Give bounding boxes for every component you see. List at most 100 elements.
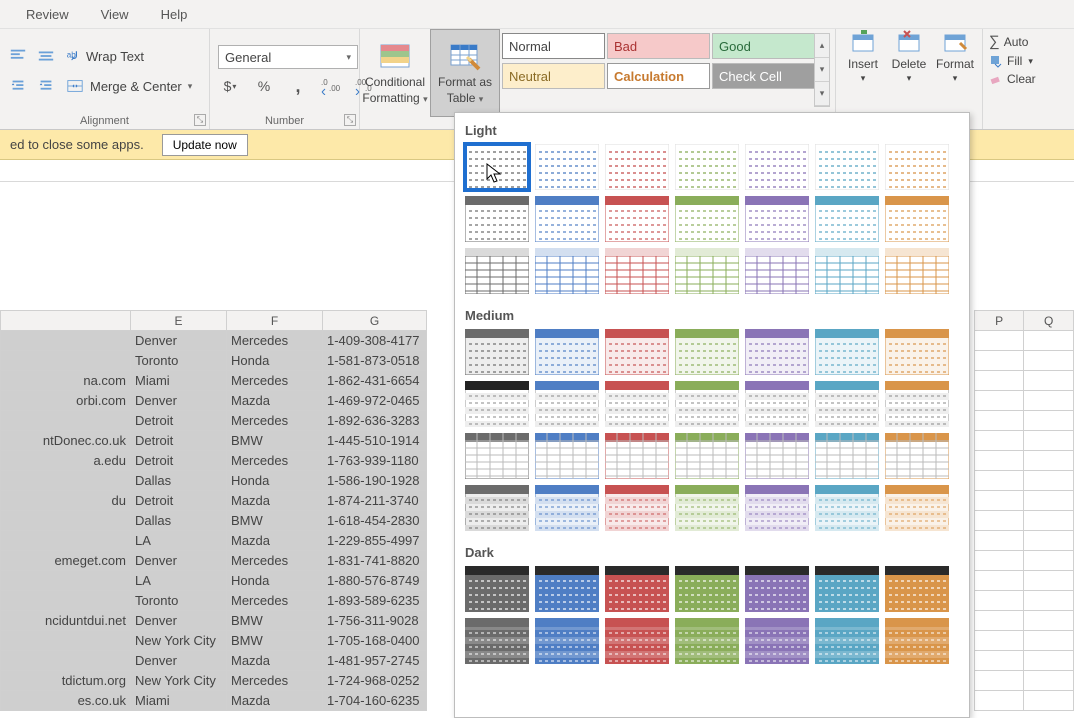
table-style-swatch[interactable] bbox=[885, 381, 949, 427]
increase-indent-icon[interactable] bbox=[34, 74, 58, 98]
table-style-swatch[interactable] bbox=[535, 433, 599, 479]
col-header-G[interactable]: G bbox=[323, 311, 427, 331]
table-style-swatch[interactable] bbox=[815, 329, 879, 375]
table-style-swatch[interactable] bbox=[885, 433, 949, 479]
table-style-swatch[interactable] bbox=[745, 485, 809, 531]
table-style-swatch[interactable] bbox=[745, 381, 809, 427]
table-style-swatch[interactable] bbox=[745, 329, 809, 375]
cell-style-good[interactable]: Good bbox=[712, 33, 815, 59]
table-style-swatch[interactable] bbox=[605, 329, 669, 375]
table-row[interactable]: Toronto Honda 1-581-873-0518 bbox=[1, 351, 427, 371]
col-header-E[interactable]: E bbox=[131, 311, 227, 331]
comma-button[interactable]: , bbox=[286, 75, 310, 97]
currency-button[interactable]: $▾ bbox=[218, 75, 242, 97]
tab-view[interactable]: View bbox=[85, 1, 145, 28]
table-style-swatch[interactable] bbox=[675, 618, 739, 664]
table-style-swatch[interactable] bbox=[815, 566, 879, 612]
table-style-swatch[interactable] bbox=[745, 196, 809, 242]
cell-style-check-cell[interactable]: Check Cell bbox=[712, 63, 815, 89]
tab-review[interactable]: Review bbox=[10, 1, 85, 28]
cell-styles-down-icon[interactable]: ▾ bbox=[815, 58, 829, 82]
table-row[interactable]: Denver Mercedes 1-409-308-4177 bbox=[1, 331, 427, 351]
table-row[interactable]: Dallas Honda 1-586-190-1928 bbox=[1, 471, 427, 491]
cell-style-normal[interactable]: Normal bbox=[502, 33, 605, 59]
table-row[interactable]: du Detroit Mazda 1-874-211-3740 bbox=[1, 491, 427, 511]
table-row[interactable]: na.com Miami Mercedes 1-862-431-6654 bbox=[1, 371, 427, 391]
col-header-P[interactable]: P bbox=[975, 311, 1024, 331]
table-style-swatch[interactable] bbox=[675, 566, 739, 612]
table-row[interactable]: New York City BMW 1-705-168-0400 bbox=[1, 631, 427, 651]
align-middle-icon[interactable] bbox=[34, 44, 58, 68]
table-row[interactable]: a.edu Detroit Mercedes 1-763-939-1180 bbox=[1, 451, 427, 471]
clear-button[interactable]: Clear bbox=[989, 72, 1037, 86]
fill-button[interactable]: Fill▾ bbox=[989, 54, 1037, 68]
table-row[interactable]: emeget.com Denver Mercedes 1-831-741-882… bbox=[1, 551, 427, 571]
insert-button[interactable]: Insert ▾ bbox=[840, 29, 886, 84]
conditional-formatting-button[interactable]: Conditional Formatting ▾ bbox=[360, 29, 430, 117]
table-row[interactable]: es.co.uk Miami Mazda 1-704-160-6235 bbox=[1, 691, 427, 711]
format-button[interactable]: Format ▾ bbox=[932, 29, 978, 84]
table-style-swatch[interactable] bbox=[885, 248, 949, 294]
cell-styles-up-icon[interactable]: ▴ bbox=[815, 34, 829, 58]
increase-decimal-button[interactable]: .0.00 bbox=[320, 75, 344, 97]
number-format-combo[interactable]: General ▾ bbox=[218, 45, 358, 69]
table-row[interactable]: Detroit Mercedes 1-892-636-3283 bbox=[1, 411, 427, 431]
table-style-swatch[interactable] bbox=[745, 248, 809, 294]
table-style-swatch[interactable] bbox=[535, 485, 599, 531]
table-style-swatch[interactable] bbox=[675, 329, 739, 375]
table-style-swatch[interactable] bbox=[815, 144, 879, 190]
table-style-swatch[interactable] bbox=[535, 566, 599, 612]
col-header-F[interactable]: F bbox=[227, 311, 323, 331]
table-style-swatch[interactable] bbox=[605, 248, 669, 294]
table-style-swatch[interactable] bbox=[885, 485, 949, 531]
table-style-swatch[interactable] bbox=[465, 144, 529, 190]
table-style-swatch[interactable] bbox=[885, 329, 949, 375]
table-style-swatch[interactable] bbox=[465, 618, 529, 664]
table-style-swatch[interactable] bbox=[605, 196, 669, 242]
update-now-button[interactable]: Update now bbox=[162, 134, 248, 156]
format-as-table-button[interactable]: Format as Table ▾ bbox=[430, 29, 500, 117]
table-style-swatch[interactable] bbox=[675, 248, 739, 294]
table-style-swatch[interactable] bbox=[465, 381, 529, 427]
table-row[interactable]: tdictum.org New York City Mercedes 1-724… bbox=[1, 671, 427, 691]
table-row[interactable]: Dallas BMW 1-618-454-2830 bbox=[1, 511, 427, 531]
table-row[interactable]: LA Mazda 1-229-855-4997 bbox=[1, 531, 427, 551]
percent-button[interactable]: % bbox=[252, 75, 276, 97]
cell-styles-scroll[interactable]: ▴ ▾ ▾ bbox=[814, 33, 830, 107]
table-style-swatch[interactable] bbox=[605, 381, 669, 427]
wrap-text-button[interactable]: ab Wrap Text bbox=[62, 44, 148, 68]
number-format-caret-icon[interactable]: ▾ bbox=[346, 52, 351, 63]
table-style-swatch[interactable] bbox=[535, 618, 599, 664]
decrease-indent-icon[interactable] bbox=[6, 74, 30, 98]
table-style-swatch[interactable] bbox=[885, 144, 949, 190]
table-style-swatch[interactable] bbox=[675, 381, 739, 427]
delete-button[interactable]: Delete ▾ bbox=[886, 29, 932, 84]
table-row[interactable]: Denver Mazda 1-481-957-2745 bbox=[1, 651, 427, 671]
table-style-swatch[interactable] bbox=[605, 433, 669, 479]
table-style-swatch[interactable] bbox=[885, 566, 949, 612]
table-style-swatch[interactable] bbox=[465, 196, 529, 242]
table-style-swatch[interactable] bbox=[675, 485, 739, 531]
table-style-swatch[interactable] bbox=[815, 381, 879, 427]
table-row[interactable]: LA Honda 1-880-576-8749 bbox=[1, 571, 427, 591]
table-style-swatch[interactable] bbox=[605, 144, 669, 190]
alignment-launcher-icon[interactable]: ⤡ bbox=[194, 114, 206, 126]
cell-style-bad[interactable]: Bad bbox=[607, 33, 710, 59]
number-launcher-icon[interactable]: ⤡ bbox=[344, 114, 356, 126]
table-style-swatch[interactable] bbox=[605, 485, 669, 531]
cell-styles-more-icon[interactable]: ▾ bbox=[815, 82, 829, 106]
table-style-swatch[interactable] bbox=[745, 618, 809, 664]
merge-dropdown-caret-icon[interactable]: ▾ bbox=[188, 81, 193, 92]
table-style-swatch[interactable] bbox=[745, 433, 809, 479]
table-row[interactable]: ntDonec.co.uk Detroit BMW 1-445-510-1914 bbox=[1, 431, 427, 451]
table-style-swatch[interactable] bbox=[815, 433, 879, 479]
table-row[interactable]: orbi.com Denver Mazda 1-469-972-0465 bbox=[1, 391, 427, 411]
align-top-icon[interactable] bbox=[6, 44, 30, 68]
table-style-swatch[interactable] bbox=[535, 196, 599, 242]
table-style-swatch[interactable] bbox=[465, 566, 529, 612]
table-style-swatch[interactable] bbox=[465, 433, 529, 479]
table-style-swatch[interactable] bbox=[535, 381, 599, 427]
table-style-swatch[interactable] bbox=[815, 248, 879, 294]
table-style-swatch[interactable] bbox=[675, 433, 739, 479]
table-style-swatch[interactable] bbox=[465, 485, 529, 531]
